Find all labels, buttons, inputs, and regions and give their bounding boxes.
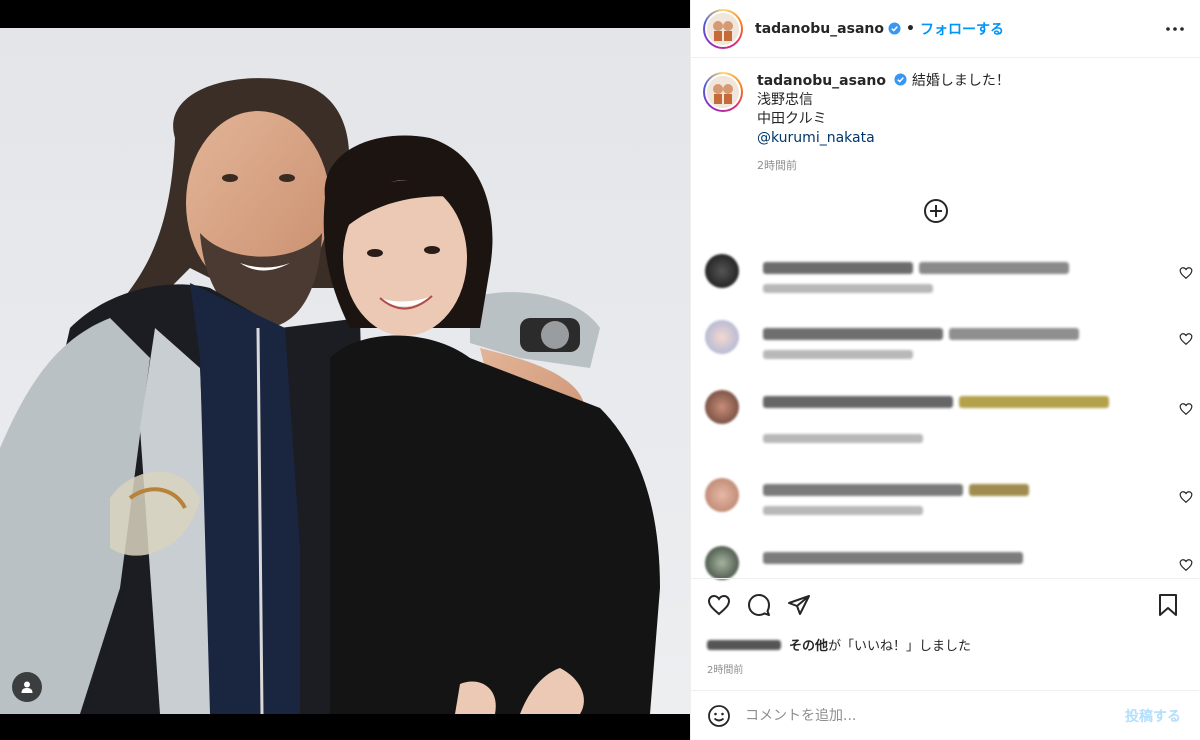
caption-author-avatar[interactable]: [703, 72, 743, 112]
blurred-comment-text: [763, 484, 963, 496]
comment-input[interactable]: [745, 707, 1085, 724]
blurred-liker-name[interactable]: [707, 639, 781, 650]
commenter-avatar[interactable]: [705, 254, 739, 288]
emoji-icon[interactable]: [707, 704, 731, 728]
instagram-post-modal: tadanobu_asano • フォローする tadanobu_asano 結…: [0, 0, 1200, 740]
blurred-comment-meta: [763, 350, 913, 359]
bookmark-icon[interactable]: [1157, 593, 1179, 617]
caption-username[interactable]: tadanobu_asano: [757, 73, 886, 89]
blurred-comment-text: [763, 328, 943, 340]
verified-badge-icon: [888, 22, 901, 35]
commenter-avatar[interactable]: [705, 320, 739, 354]
user-tag-icon: [21, 681, 33, 693]
commenter-avatar[interactable]: [705, 478, 739, 512]
author-username[interactable]: tadanobu_asano: [755, 21, 884, 37]
avatar-image: [707, 12, 739, 45]
likes-suffix: が「いいね！」しました: [828, 639, 972, 654]
blurred-comment-text: [969, 484, 1029, 496]
post-timestamp[interactable]: 2時間前: [707, 661, 743, 676]
avatar-image: [707, 76, 739, 108]
blurred-comment-text: [763, 396, 953, 408]
post-comment-button[interactable]: 投稿する: [1125, 706, 1181, 726]
caption-mention-link[interactable]: @kurumi_nakata: [757, 129, 1010, 148]
follow-button[interactable]: フォローする: [920, 19, 1004, 39]
blurred-comment-text: [763, 552, 1023, 564]
caption-text-line3: 中田クルミ: [757, 111, 827, 127]
caption-timestamp[interactable]: 2時間前: [757, 156, 1010, 175]
separator-dot: •: [906, 20, 915, 37]
blurred-comment-text: [949, 328, 1079, 340]
blurred-comment-text: [919, 262, 1069, 274]
author-avatar[interactable]: [703, 8, 743, 49]
photo-pane: [0, 0, 690, 740]
blurred-comment-meta: [763, 284, 933, 293]
post-photo[interactable]: [0, 28, 690, 714]
comment-bubble-icon[interactable]: [747, 593, 771, 617]
heart-icon[interactable]: [1179, 558, 1193, 572]
blurred-comment-meta: [763, 434, 923, 443]
post-header: tadanobu_asano • フォローする: [691, 0, 1200, 58]
comment-item: [705, 390, 1195, 450]
paper-plane-icon[interactable]: [787, 593, 811, 617]
heart-icon[interactable]: [1179, 402, 1193, 416]
add-comment-bar: 投稿する: [691, 690, 1199, 740]
caption-text-line1: 結婚しました！: [911, 73, 1010, 89]
user-tag-button[interactable]: [12, 672, 42, 702]
heart-icon[interactable]: [707, 593, 731, 617]
comment-item: [705, 254, 1195, 314]
verified-badge-icon: [894, 73, 907, 86]
caption-text-line2: 浅野忠信: [757, 92, 813, 108]
comment-item: [705, 320, 1195, 380]
likes-others-link[interactable]: その他: [789, 635, 828, 654]
plus-circle-icon[interactable]: [923, 198, 949, 224]
post-side-panel: tadanobu_asano • フォローする tadanobu_asano 結…: [690, 0, 1200, 740]
heart-icon[interactable]: [1179, 266, 1193, 280]
caption-body: tadanobu_asano 結婚しました！ 浅野忠信 中田クルミ @kurum…: [757, 72, 1010, 175]
post-caption: tadanobu_asano 結婚しました！ 浅野忠信 中田クルミ @kurum…: [691, 58, 1200, 175]
heart-icon[interactable]: [1179, 490, 1193, 504]
more-horizontal-icon[interactable]: [1164, 18, 1186, 40]
commenter-avatar[interactable]: [705, 546, 739, 580]
blurred-comment-text: [959, 396, 1109, 408]
commenter-avatar[interactable]: [705, 390, 739, 424]
heart-icon[interactable]: [1179, 332, 1193, 346]
likes-summary: その他 が「いいね！」しました: [707, 635, 971, 654]
blurred-comment-meta: [763, 506, 923, 515]
blurred-comment-text: [763, 262, 913, 274]
comment-item: [705, 478, 1195, 538]
